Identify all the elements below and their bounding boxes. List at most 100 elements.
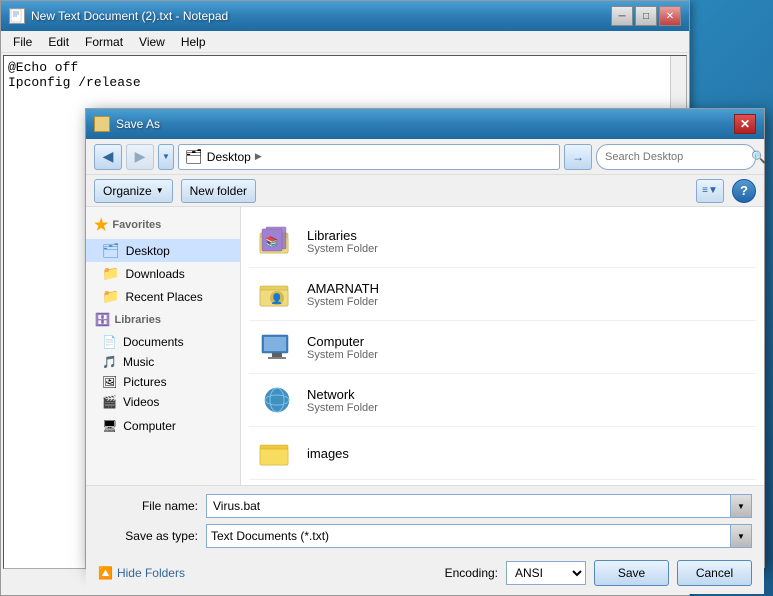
svg-text:📚: 📚 [266, 236, 278, 248]
svg-text:👤: 👤 [271, 292, 283, 305]
pictures-icon: 🖼 [102, 375, 117, 389]
dialog-close-button[interactable]: ✕ [734, 114, 756, 134]
search-input[interactable] [605, 151, 747, 163]
sidebar-item-pictures[interactable]: 🖼 Pictures [86, 372, 240, 392]
help-button[interactable]: ? [732, 179, 756, 203]
location-bar[interactable]: 🗂 Desktop ▶ [178, 144, 560, 170]
saveastype-row: Save as type: Text Documents (*.txt) ▼ [98, 524, 752, 548]
pictures-label: Pictures [123, 375, 166, 389]
new-folder-label: New folder [190, 184, 247, 198]
file-item-computer[interactable]: Computer System Folder [249, 321, 756, 374]
saveas-dialog: Save As ✕ ◀ ▶ ▼ 🗂 Desktop ▶ → 🔍 Organize… [85, 108, 765, 568]
new-folder-button[interactable]: New folder [181, 179, 256, 203]
music-icon: 🎵 [102, 355, 117, 369]
computer-label: Computer [123, 419, 176, 433]
notepad-icon [9, 8, 25, 24]
computer-file-type: System Folder [307, 349, 748, 361]
menu-format[interactable]: Format [77, 33, 131, 51]
saveastype-select[interactable]: Text Documents (*.txt) [206, 524, 752, 548]
documents-icon: 📄 [102, 335, 117, 349]
forward-button[interactable]: ▶ [126, 144, 154, 170]
maximize-button[interactable]: □ [635, 6, 657, 26]
libraries-section-header: 🗄 Libraries [86, 308, 240, 332]
dialog-bottom: File name: ▼ Save as type: Text Document… [86, 485, 764, 594]
computer-icon: 🖥 [102, 419, 117, 433]
back-button[interactable]: ◀ [94, 144, 122, 170]
sidebar: ★ Favorites 🗂 Desktop 📁 Downloads 📁 Rece… [86, 207, 241, 485]
network-file-icon [257, 380, 297, 420]
view-toggle-button[interactable]: ≡▼ [696, 179, 724, 203]
filename-dropdown-icon[interactable]: ▼ [730, 494, 752, 518]
close-button[interactable]: ✕ [659, 6, 681, 26]
computer-file-name: Computer [307, 334, 748, 349]
dialog-title: Save As [116, 117, 728, 131]
images-file-icon [257, 433, 297, 473]
search-icon[interactable]: 🔍 [751, 150, 766, 164]
file-item-network[interactable]: Network System Folder [249, 374, 756, 427]
file-item-libraries[interactable]: 📚 Libraries System Folder [249, 215, 756, 268]
images-file-info: images [307, 446, 748, 461]
saveas-icon [94, 116, 110, 132]
sidebar-item-music[interactable]: 🎵 Music [86, 352, 240, 372]
sidebar-item-downloads[interactable]: 📁 Downloads [86, 262, 240, 285]
videos-label: Videos [123, 395, 159, 409]
encoding-label: Encoding: [445, 566, 498, 580]
dialog-main: ★ Favorites 🗂 Desktop 📁 Downloads 📁 Rece… [86, 207, 764, 485]
saveastype-dropdown-icon[interactable]: ▼ [730, 524, 752, 548]
menu-edit[interactable]: Edit [40, 33, 77, 51]
notepad-title: New Text Document (2).txt - Notepad [31, 9, 605, 23]
computer-file-icon [257, 327, 297, 367]
desktop-folder-icon: 🗂 [102, 242, 120, 259]
sidebar-item-documents[interactable]: 📄 Documents [86, 332, 240, 352]
dialog-titlebar: Save As ✕ [86, 109, 764, 139]
sidebar-item-desktop[interactable]: 🗂 Desktop [86, 239, 240, 262]
file-item-images[interactable]: images [249, 427, 756, 480]
libraries-section-icon: 🗄 [94, 312, 111, 328]
amarnath-file-type: System Folder [307, 296, 748, 308]
hide-folders-chevron-icon: 🔼 [98, 566, 113, 580]
organize-dropdown-icon: ▼ [156, 186, 164, 195]
encoding-select[interactable]: ANSI [506, 561, 586, 585]
content-line-2: Ipconfig /release [8, 75, 682, 90]
hide-folders-button[interactable]: 🔼 Hide Folders [98, 566, 185, 580]
notepad-window-controls: ─ □ ✕ [611, 6, 681, 26]
minimize-button[interactable]: ─ [611, 6, 633, 26]
save-btn-label: Save [618, 566, 645, 580]
menu-file[interactable]: File [5, 33, 40, 51]
go-button[interactable]: → [564, 144, 592, 170]
dialog-organize-toolbar: Organize ▼ New folder ≡▼ ? [86, 175, 764, 207]
documents-label: Documents [123, 335, 184, 349]
sidebar-item-recent-places[interactable]: 📁 Recent Places [86, 285, 240, 308]
file-area[interactable]: 📚 Libraries System Folder 👤 [241, 207, 764, 485]
location-folder-icon: 🗂 [185, 148, 203, 165]
menu-view[interactable]: View [131, 33, 173, 51]
save-button[interactable]: Save [594, 560, 669, 586]
file-item-amarnath[interactable]: 👤 AMARNATH System Folder [249, 268, 756, 321]
nav-dropdown-button[interactable]: ▼ [158, 144, 174, 170]
desktop-label: Desktop [126, 244, 170, 258]
dialog-footer: 🔼 Hide Folders Encoding: ANSI Save Cance… [98, 554, 752, 586]
videos-icon: 🎬 [102, 395, 117, 409]
content-line-1: @Echo off [8, 60, 682, 75]
network-file-name: Network [307, 387, 748, 402]
favorites-section-header: ★ Favorites [86, 211, 240, 239]
network-file-type: System Folder [307, 402, 748, 414]
sidebar-item-videos[interactable]: 🎬 Videos [86, 392, 240, 412]
filename-row: File name: ▼ [98, 494, 752, 518]
location-text: Desktop [207, 150, 251, 164]
computer-file-info: Computer System Folder [307, 334, 748, 361]
filename-wrapper: ▼ [206, 494, 752, 518]
filename-input[interactable] [206, 494, 752, 518]
libraries-file-name: Libraries [307, 228, 748, 243]
notepad-titlebar: New Text Document (2).txt - Notepad ─ □ … [1, 1, 689, 31]
libraries-label: Libraries [115, 314, 161, 326]
sidebar-item-computer[interactable]: 🖥 Computer [86, 416, 240, 436]
organize-button[interactable]: Organize ▼ [94, 179, 173, 203]
network-file-info: Network System Folder [307, 387, 748, 414]
filename-label: File name: [98, 499, 198, 513]
notepad-menubar: File Edit Format View Help [1, 31, 689, 53]
menu-help[interactable]: Help [173, 33, 214, 51]
search-bar[interactable]: 🔍 [596, 144, 756, 170]
cancel-button[interactable]: Cancel [677, 560, 752, 586]
amarnath-file-info: AMARNATH System Folder [307, 281, 748, 308]
